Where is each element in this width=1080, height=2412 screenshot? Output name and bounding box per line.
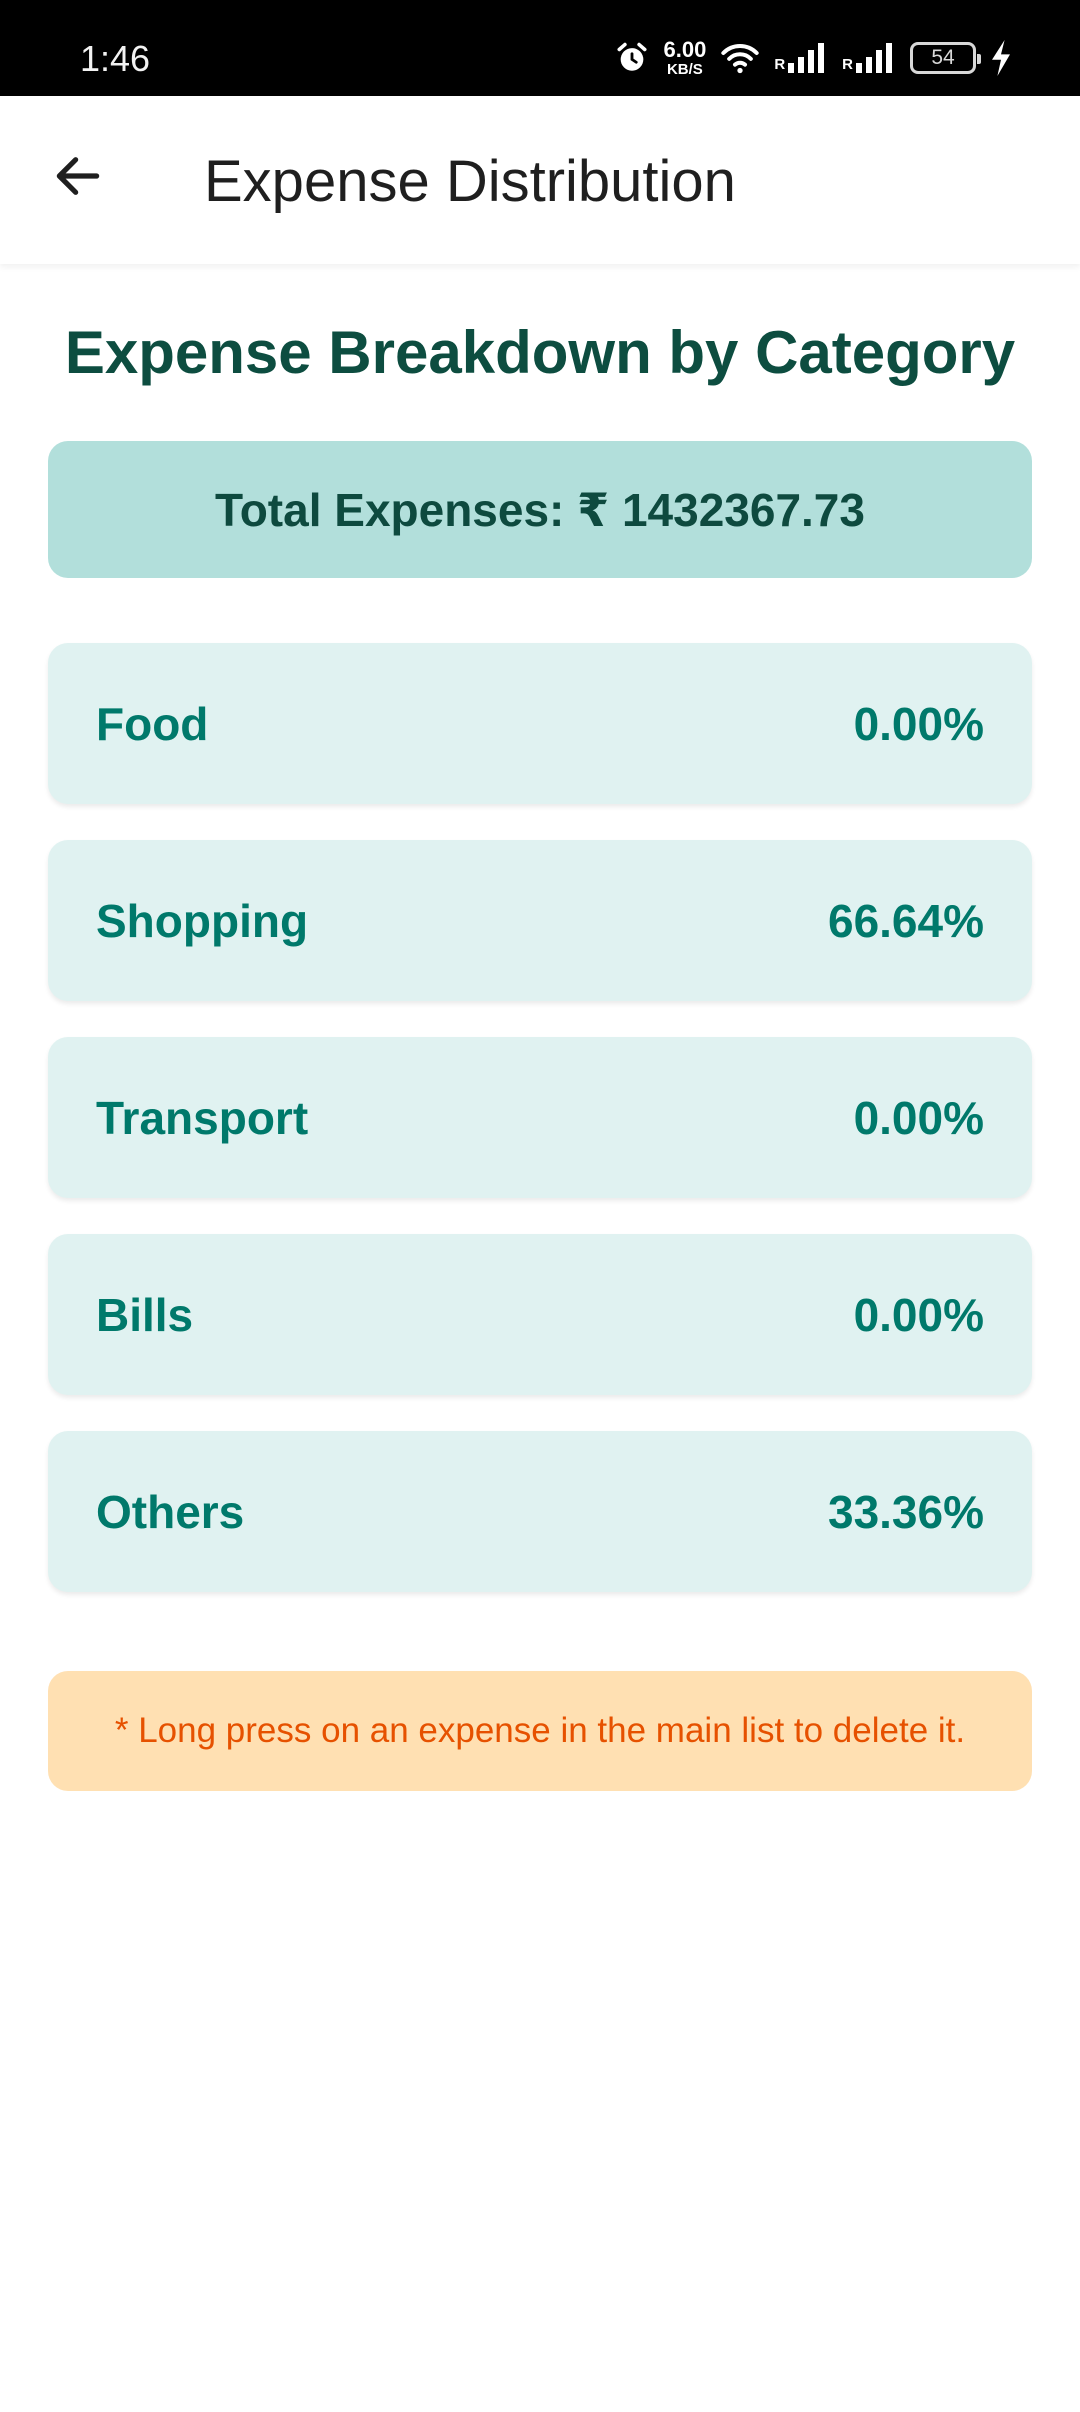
category-card-others[interactable]: Others 33.36% bbox=[48, 1431, 1032, 1592]
category-percent: 0.00% bbox=[853, 697, 984, 750]
alarm-icon bbox=[615, 41, 649, 75]
signal-group-2: R bbox=[842, 43, 896, 73]
delete-tip-banner: * Long press on an expense in the main l… bbox=[48, 1671, 1032, 1791]
category-name: Transport bbox=[96, 1091, 309, 1144]
delete-tip-text: * Long press on an expense in the main l… bbox=[114, 1711, 966, 1750]
signal-icon bbox=[788, 43, 828, 73]
app-bar: Expense Distribution bbox=[0, 96, 1080, 264]
status-icons: 6.00 KB/S R R 54 bbox=[601, 38, 1012, 78]
wifi-icon bbox=[720, 41, 760, 75]
battery-level: 54 bbox=[931, 46, 955, 69]
category-name: Shopping bbox=[96, 894, 309, 947]
charging-bolt-icon bbox=[990, 40, 1012, 76]
category-card-transport[interactable]: Transport 0.00% bbox=[48, 1037, 1032, 1198]
total-expenses-card: Total Expenses: ₹ 1432367.73 bbox=[48, 441, 1032, 578]
category-name: Food bbox=[96, 697, 209, 750]
category-percent: 0.00% bbox=[853, 1288, 984, 1341]
category-percent: 0.00% bbox=[853, 1091, 984, 1144]
status-bar: 1:46 6.00 KB/S R R 54 bbox=[0, 0, 1080, 96]
roaming-label: R bbox=[842, 56, 853, 73]
network-speed: 6.00 KB/S bbox=[663, 37, 707, 78]
status-time: 1:46 bbox=[80, 38, 151, 79]
category-percent: 33.36% bbox=[827, 1485, 984, 1538]
category-card-shopping[interactable]: Shopping 66.64% bbox=[48, 840, 1032, 1001]
category-percent: 66.64% bbox=[827, 894, 984, 947]
category-name: Bills bbox=[96, 1288, 194, 1341]
roaming-label: R bbox=[774, 56, 786, 73]
section-heading: Expense Breakdown by Category bbox=[64, 319, 1016, 386]
total-expenses-text: Total Expenses: ₹ 1432367.73 bbox=[215, 483, 865, 536]
arrow-left-icon bbox=[50, 148, 106, 209]
battery-icon: 54 bbox=[910, 42, 981, 74]
network-speed-unit: KB/S bbox=[666, 61, 703, 78]
page-title: Expense Distribution bbox=[204, 149, 736, 214]
category-list: Food 0.00% Shopping 66.64% Transport 0.0… bbox=[48, 643, 1032, 1628]
category-name: Others bbox=[96, 1485, 245, 1538]
back-button[interactable] bbox=[36, 136, 120, 220]
category-card-bills[interactable]: Bills 0.00% bbox=[48, 1234, 1032, 1395]
network-speed-value: 6.00 bbox=[663, 37, 707, 62]
signal-icon bbox=[856, 43, 896, 73]
category-card-food[interactable]: Food 0.00% bbox=[48, 643, 1032, 804]
signal-group-1: R bbox=[774, 43, 828, 73]
